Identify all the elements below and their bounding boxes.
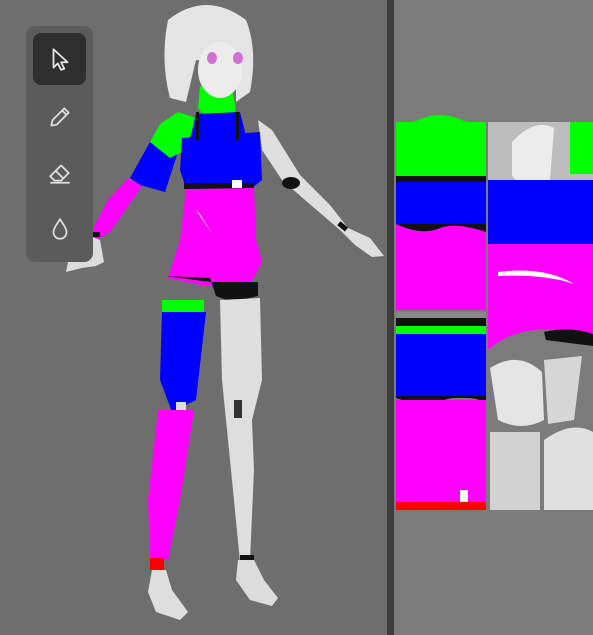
model-right-knee-mark <box>234 400 242 418</box>
uv-island-green-strip <box>396 326 486 334</box>
uv-island-black-arc <box>544 329 593 346</box>
uv-texture-panel[interactable] <box>394 0 593 635</box>
model-abdomen <box>168 188 262 285</box>
uv-texture-map[interactable] <box>394 0 593 635</box>
model-right-leg <box>220 298 262 562</box>
tool-palette <box>26 26 93 262</box>
model-left-forearm <box>90 178 142 240</box>
fill-tool-button[interactable] <box>33 203 86 255</box>
uv-island-red-strip <box>396 502 486 510</box>
uv-island-green-curve <box>396 115 486 160</box>
eraser-icon <box>48 164 70 184</box>
uv-island-magenta-1 <box>396 224 486 310</box>
model-left-eye <box>207 52 217 64</box>
model-face <box>198 42 242 98</box>
uv-island-gray-grid-1 <box>490 432 540 510</box>
uv-island-blue-3 <box>488 180 593 244</box>
model-strap-left <box>196 112 199 140</box>
uv-island-gray-shape-1 <box>490 359 544 426</box>
model-waist-band <box>184 183 254 189</box>
model-right-ankle-band <box>240 555 254 560</box>
model-left-ankle-red <box>150 558 164 570</box>
model-chest-highlight <box>232 180 242 188</box>
model-right-arm <box>258 120 384 257</box>
uv-island-blue-1 <box>396 182 486 224</box>
uv-island-gray-shape-2 <box>544 356 582 424</box>
pencil-icon <box>49 107 70 127</box>
uv-island-green-small <box>570 122 593 174</box>
select-tool-button[interactable] <box>33 33 86 85</box>
uv-island-black-edge <box>396 176 486 182</box>
model-right-eye <box>233 52 243 64</box>
uv-island-blue-2 <box>396 334 486 398</box>
model-left-foot <box>148 570 188 620</box>
model-chest <box>180 132 262 188</box>
model-right-foot <box>236 560 278 606</box>
uv-island-magenta-2 <box>396 400 486 504</box>
model-left-thigh <box>160 312 206 412</box>
model-right-elbow-band <box>282 177 300 189</box>
model-left-shin <box>148 410 194 560</box>
droplet-icon <box>52 217 67 240</box>
cursor-arrow-icon <box>52 48 68 71</box>
erase-tool-button[interactable] <box>33 147 86 199</box>
paint-tool-button[interactable] <box>33 91 86 143</box>
uv-island-gray-shape-3 <box>544 427 593 510</box>
model-strap-right <box>236 112 239 140</box>
3d-viewport[interactable] <box>0 0 387 635</box>
model-left-thigh-band <box>162 300 204 314</box>
panel-splitter[interactable] <box>387 0 394 635</box>
